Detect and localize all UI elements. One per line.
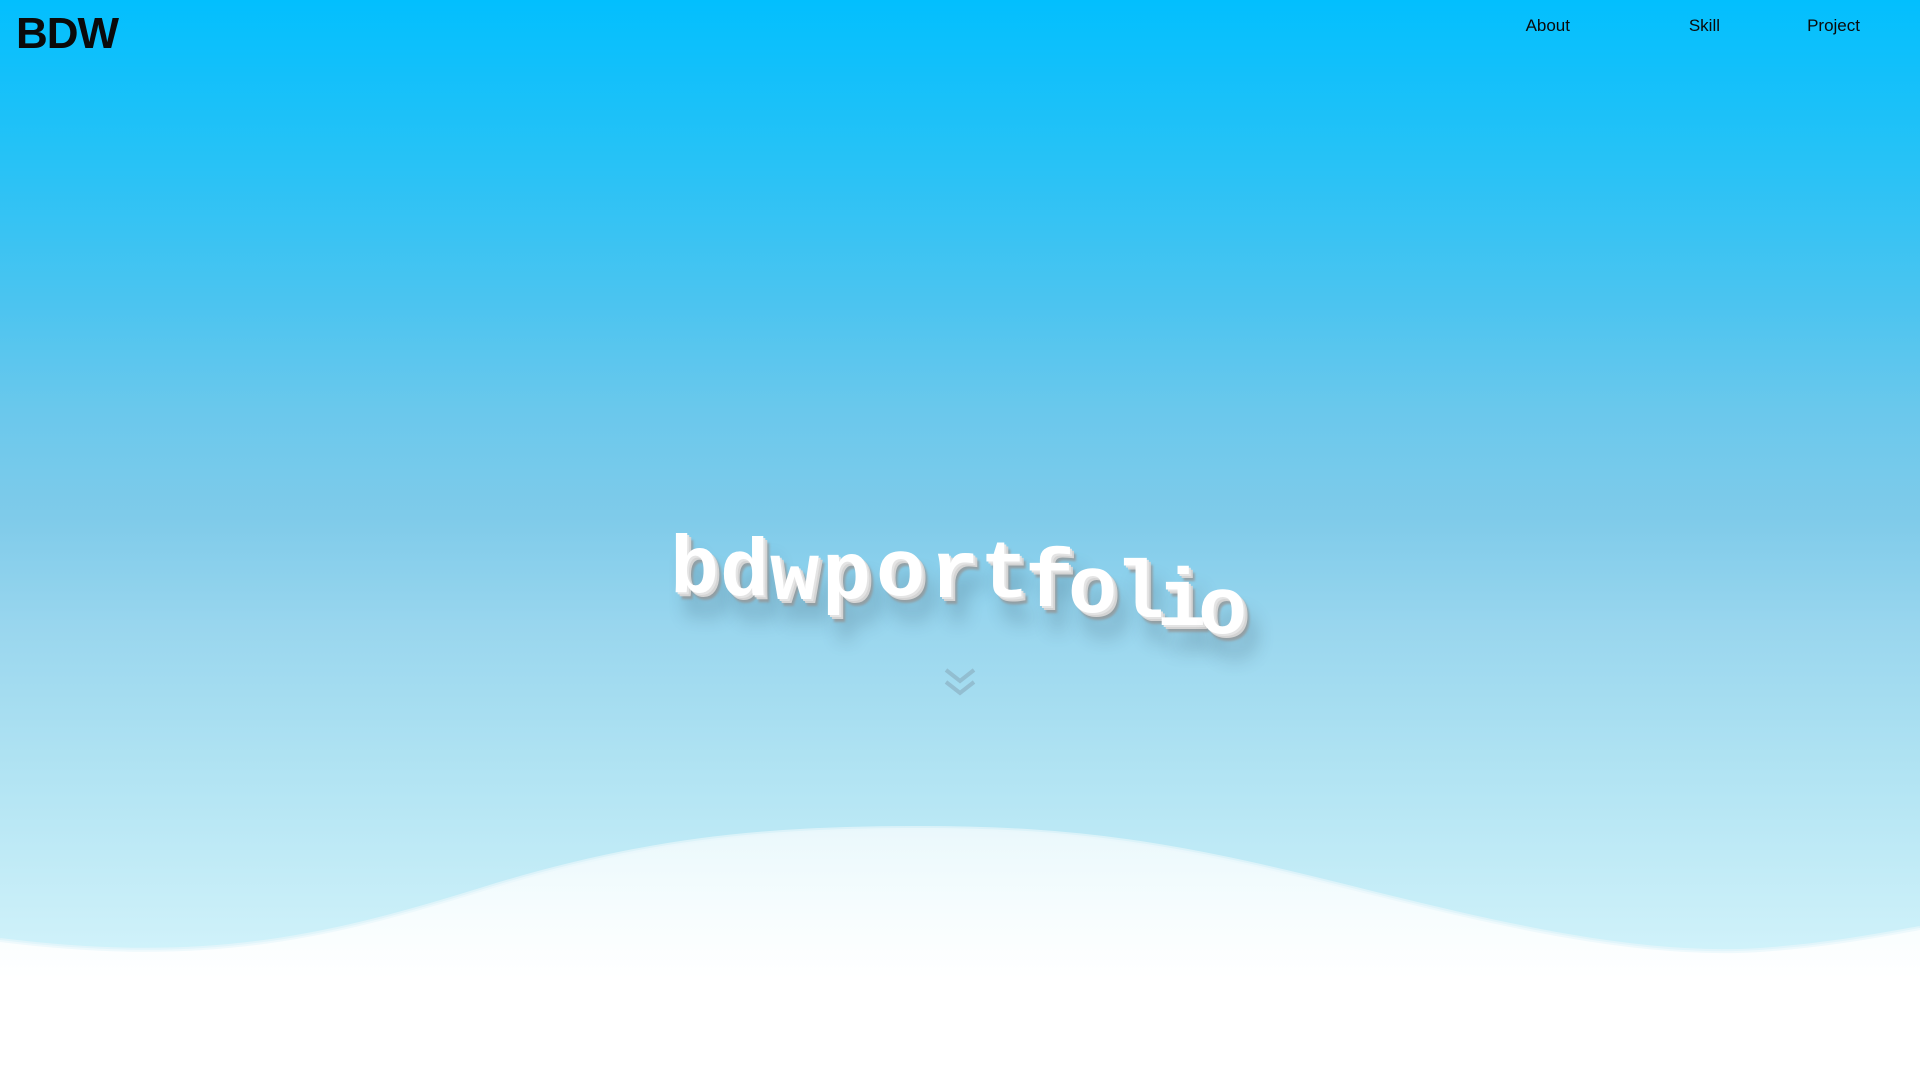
hero-title-letter: d xyxy=(720,527,770,620)
hero-title-letter: b xyxy=(670,524,720,617)
nav-link-project[interactable]: Project xyxy=(1720,14,1860,38)
hero-title-letter: w xyxy=(770,531,820,624)
hero-title-letter: o xyxy=(1198,565,1248,658)
hero-title-letter: i xyxy=(1157,557,1207,650)
hero-title-letter: r xyxy=(930,529,980,622)
hero-title-letter: f xyxy=(1025,538,1075,631)
site-logo[interactable]: BDW xyxy=(16,8,119,61)
nav-link-about[interactable]: About xyxy=(1420,14,1570,38)
double-chevron-down-icon[interactable] xyxy=(940,664,980,704)
main-nav: About Skill Project xyxy=(1420,14,1860,38)
nav-link-skill[interactable]: Skill xyxy=(1570,14,1720,38)
hero-title-letter: t xyxy=(980,529,1030,622)
hero-title-letter: l xyxy=(1115,549,1165,642)
hero-title-letter: o xyxy=(876,527,926,620)
hero-title-letter: p xyxy=(822,530,872,623)
hero-section: BDW About Skill Project b d w p o r t f … xyxy=(0,0,1920,1080)
wave-divider xyxy=(0,825,1920,1080)
hero-title-letter: o xyxy=(1068,544,1118,637)
